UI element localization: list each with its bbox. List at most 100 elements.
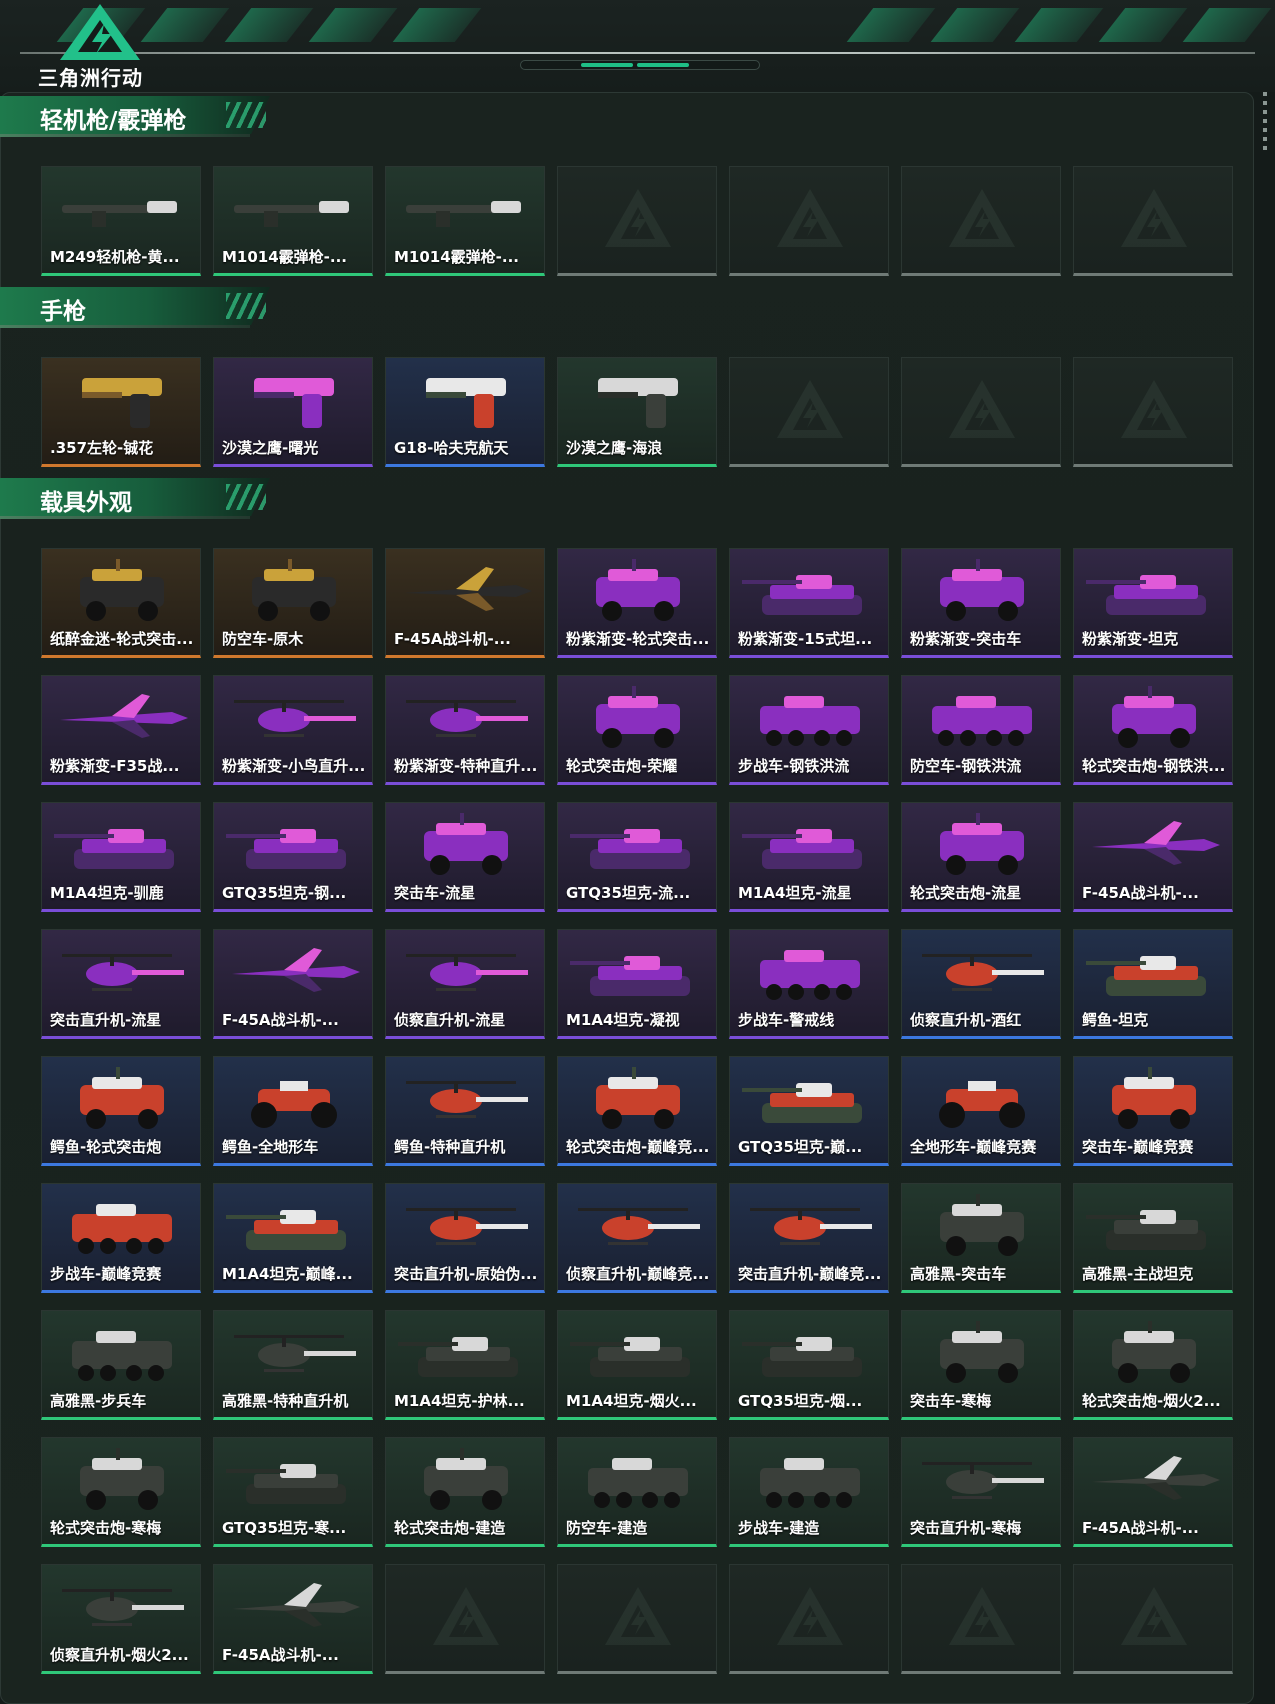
heli-icon	[922, 954, 1044, 991]
scrollbar[interactable]	[1263, 92, 1267, 152]
item-card[interactable]: GTQ35坦克-寒...	[213, 1437, 373, 1547]
empty-slot	[901, 166, 1061, 276]
item-card[interactable]: 粉紫渐变-F35战...	[41, 675, 201, 785]
item-card[interactable]: 步战车-警戒线	[729, 929, 889, 1039]
item-label: 轮式突击炮-寒梅	[50, 1519, 162, 1537]
item-card[interactable]: G18-哈夫克航天	[385, 357, 545, 467]
item-card[interactable]: M249轻机枪-黄...	[41, 166, 201, 276]
item-card[interactable]: F-45A战斗机-...	[213, 1564, 373, 1674]
item-card[interactable]: GTQ35坦克-烟...	[729, 1310, 889, 1420]
item-card[interactable]: .357左轮-铖花	[41, 357, 201, 467]
item-label: 突击车-流星	[394, 884, 476, 902]
item-card[interactable]: 突击车-流星	[385, 802, 545, 912]
car-icon	[940, 559, 1024, 621]
item-label: 突击直升机-原始伪...	[394, 1265, 538, 1283]
item-card[interactable]: 鳄鱼-全地形车	[213, 1056, 373, 1166]
item-card[interactable]: 高雅黑-主战坦克	[1073, 1183, 1233, 1293]
placeholder-logo-icon	[605, 189, 671, 247]
item-label: M1014霰弹枪-...	[394, 248, 519, 266]
item-card[interactable]: F-45A战斗机-...	[385, 548, 545, 658]
item-label: 全地形车-巅峰竞赛	[910, 1138, 1037, 1156]
item-card[interactable]: 突击直升机-原始伪...	[385, 1183, 545, 1293]
item-card[interactable]: 粉紫渐变-小鸟直升...	[213, 675, 373, 785]
item-card[interactable]: 粉紫渐变-突击车	[901, 548, 1061, 658]
item-label: 步战车-巅峰竞赛	[50, 1265, 162, 1283]
atv-icon	[251, 1081, 337, 1128]
item-card[interactable]: 步战车-巅峰竞赛	[41, 1183, 201, 1293]
item-card[interactable]: 轮式突击炮-寒梅	[41, 1437, 201, 1547]
item-card[interactable]: 侦察直升机-巅峰竞...	[557, 1183, 717, 1293]
item-card[interactable]: 轮式突击炮-钢铁洪...	[1073, 675, 1233, 785]
item-card[interactable]: 突击车-寒梅	[901, 1310, 1061, 1420]
item-card[interactable]: M1014霰弹枪-...	[213, 166, 373, 276]
item-card[interactable]: F-45A战斗机-...	[1073, 802, 1233, 912]
item-card[interactable]: 轮式突击炮-荣耀	[557, 675, 717, 785]
item-card[interactable]: 侦察直升机-烟火2...	[41, 1564, 201, 1674]
item-card[interactable]: 轮式突击炮-巅峰竞...	[557, 1056, 717, 1166]
placeholder-logo-icon	[949, 189, 1015, 247]
item-card[interactable]: 高雅黑-突击车	[901, 1183, 1061, 1293]
item-label: 粉紫渐变-突击车	[910, 630, 1022, 648]
item-card[interactable]: 轮式突击炮-建造	[385, 1437, 545, 1547]
item-card[interactable]: 粉紫渐变-轮式突击...	[557, 548, 717, 658]
item-card[interactable]: M1A4坦克-凝视	[557, 929, 717, 1039]
item-label: 侦察直升机-巅峰竞...	[566, 1265, 710, 1283]
item-card[interactable]: 沙漠之鹰-海浪	[557, 357, 717, 467]
item-label: F-45A战斗机-...	[1082, 884, 1199, 902]
item-label: 突击直升机-流星	[50, 1011, 162, 1029]
item-label: GTQ35坦克-巅...	[738, 1138, 863, 1156]
item-card[interactable]: 鳄鱼-坦克	[1073, 929, 1233, 1039]
item-label: 粉紫渐变-特种直升...	[394, 757, 538, 775]
item-card[interactable]: 侦察直升机-酒红	[901, 929, 1061, 1039]
item-card[interactable]: 粉紫渐变-特种直升...	[385, 675, 545, 785]
item-card[interactable]: M1014霰弹枪-...	[385, 166, 545, 276]
item-card[interactable]: M1A4坦克-巅峰...	[213, 1183, 373, 1293]
item-card[interactable]: 步战车-建造	[729, 1437, 889, 1547]
placeholder-logo-icon	[1121, 1587, 1187, 1645]
item-card[interactable]: GTQ35坦克-流...	[557, 802, 717, 912]
item-card[interactable]: GTQ35坦克-巅...	[729, 1056, 889, 1166]
item-label: 步战车-建造	[738, 1519, 820, 1537]
item-grid-machinegun-shotgun: M249轻机枪-黄... M1014霰弹枪-... M1014霰弹枪-...	[41, 166, 1233, 276]
item-card[interactable]: 高雅黑-特种直升机	[213, 1310, 373, 1420]
item-card[interactable]: 高雅黑-步兵车	[41, 1310, 201, 1420]
item-card[interactable]: 步战车-钢铁洪流	[729, 675, 889, 785]
item-grid-pistol: .357左轮-铖花 沙漠之鹰-曙光 G18-哈夫克航天 沙漠之鹰-海浪	[41, 357, 1233, 467]
item-card[interactable]: M1A4坦克-流星	[729, 802, 889, 912]
pistol-icon	[82, 378, 162, 428]
item-card[interactable]: 粉紫渐变-坦克	[1073, 548, 1233, 658]
item-card[interactable]: 粉紫渐变-15式坦...	[729, 548, 889, 658]
item-label: 高雅黑-特种直升机	[222, 1392, 349, 1410]
item-card[interactable]: M1A4坦克-护林...	[385, 1310, 545, 1420]
item-card[interactable]: 防空车-原木	[213, 548, 373, 658]
jet-icon	[1092, 821, 1220, 865]
item-card[interactable]: 轮式突击炮-烟火2...	[1073, 1310, 1233, 1420]
item-card[interactable]: GTQ35坦克-钢...	[213, 802, 373, 912]
item-card[interactable]: 突击直升机-寒梅	[901, 1437, 1061, 1547]
item-card[interactable]: F-45A战斗机-...	[1073, 1437, 1233, 1547]
item-card[interactable]: 侦察直升机-流星	[385, 929, 545, 1039]
item-card[interactable]: 防空车-钢铁洪流	[901, 675, 1061, 785]
item-label: GTQ35坦克-钢...	[222, 884, 347, 902]
pistol-icon	[426, 378, 506, 428]
item-card[interactable]: 沙漠之鹰-曙光	[213, 357, 373, 467]
item-card[interactable]: F-45A战斗机-...	[213, 929, 373, 1039]
item-card[interactable]: M1A4坦克-烟火...	[557, 1310, 717, 1420]
empty-slot	[557, 166, 717, 276]
placeholder-logo-icon	[1121, 189, 1187, 247]
item-card[interactable]: 突击车-巅峰竞赛	[1073, 1056, 1233, 1166]
item-card[interactable]: 全地形车-巅峰竞赛	[901, 1056, 1061, 1166]
item-grid-vehicle-skins: 纸醉金迷-轮式突击... 防空车-原木 F-45A战斗机-... 粉紫渐变-轮式突击.…	[41, 548, 1233, 1674]
car-icon	[1112, 1321, 1196, 1383]
item-card[interactable]: M1A4坦克-驯鹿	[41, 802, 201, 912]
item-label: M1A4坦克-护林...	[394, 1392, 525, 1410]
item-label: 轮式突击炮-巅峰竞...	[566, 1138, 710, 1156]
item-card[interactable]: 防空车-建造	[557, 1437, 717, 1547]
item-card[interactable]: 突击直升机-流星	[41, 929, 201, 1039]
item-card[interactable]: 纸醉金迷-轮式突击...	[41, 548, 201, 658]
item-card[interactable]: 鳄鱼-轮式突击炮	[41, 1056, 201, 1166]
item-card[interactable]: 突击直升机-巅峰竞...	[729, 1183, 889, 1293]
item-card[interactable]: 鳄鱼-特种直升机	[385, 1056, 545, 1166]
item-card[interactable]: 轮式突击炮-流星	[901, 802, 1061, 912]
heli-icon	[62, 954, 184, 991]
